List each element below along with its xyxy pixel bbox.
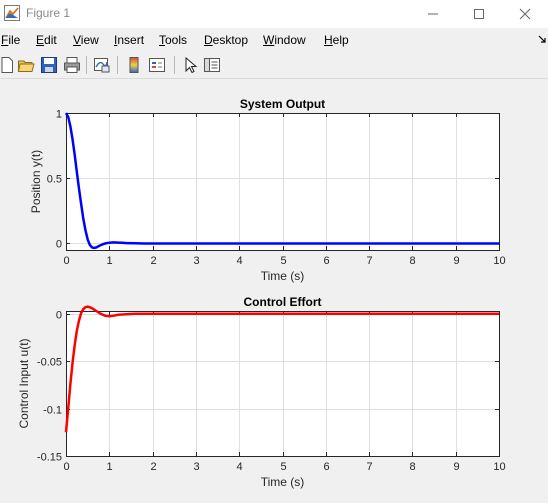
menu-help-label: elp <box>332 33 349 47</box>
y-tick-label: 1 <box>56 109 62 121</box>
axes-title: System Output <box>240 97 325 111</box>
menu-desktop[interactable]: Desktop <box>204 33 248 47</box>
maximize-button[interactable] <box>456 0 502 28</box>
menu-view-mnemonic: V <box>73 33 81 47</box>
x-tick-label: 8 <box>409 461 415 473</box>
x-tick-label: 7 <box>366 461 372 473</box>
close-icon <box>519 8 531 20</box>
menu-view[interactable]: View <box>73 33 99 47</box>
y-tick-label: 0 <box>56 310 62 322</box>
menu-window-mnemonic: W <box>263 33 275 47</box>
x-axis-label: Time (s) <box>261 269 305 283</box>
y-axis-label: Control Input u(t) <box>17 338 31 428</box>
toolbar-separator <box>86 56 87 74</box>
x-tick-label: 1 <box>106 255 112 267</box>
menu-help[interactable]: Help <box>324 33 349 47</box>
x-tick-label: 2 <box>150 255 156 267</box>
close-button[interactable] <box>502 0 548 28</box>
x-tick-label: 9 <box>453 255 459 267</box>
toolbar-separator <box>117 56 118 74</box>
toolbar <box>0 52 548 79</box>
x-tick-label: 4 <box>236 255 242 267</box>
new-figure-icon[interactable] <box>0 56 16 74</box>
print-icon[interactable] <box>63 56 81 74</box>
menu-insert[interactable]: Insert <box>114 33 144 47</box>
x-tick-label: 3 <box>193 461 199 473</box>
y-tick-label: 0 <box>56 239 62 251</box>
axes-system-output[interactable]: 0 1 2 3 4 5 6 7 8 9 10 0 0.5 1 System Output Time (s)… <box>29 97 506 283</box>
figure-canvas: 0 1 2 3 4 5 6 7 8 9 10 0 0.5 1 System Output Time (s)… <box>0 79 548 498</box>
menu-file[interactable]: File <box>1 33 20 47</box>
link-plot-icon[interactable] <box>93 56 111 74</box>
minimize-icon <box>428 13 438 15</box>
y-tick-label: -0.05 <box>37 357 62 369</box>
menu-edit-label: dit <box>44 33 57 47</box>
x-tick-label: 1 <box>106 461 112 473</box>
y-tick-label: -0.1 <box>43 405 62 417</box>
x-axis-label: Time (s) <box>261 475 305 489</box>
insert-legend-icon[interactable] <box>148 56 166 74</box>
dock-arrow-icon[interactable] <box>538 35 546 43</box>
menu-edit-mnemonic: E <box>36 33 45 47</box>
menu-help-mnemonic: H <box>324 33 333 47</box>
x-tick-label: 6 <box>323 255 329 267</box>
x-tick-label: 8 <box>409 255 415 267</box>
property-inspector-icon[interactable] <box>203 56 221 74</box>
maximize-icon <box>474 9 484 19</box>
x-tick-label: 10 <box>493 461 505 473</box>
x-tick-label: 9 <box>453 461 459 473</box>
x-tick-label: 0 <box>63 461 69 473</box>
axes-background <box>66 311 499 456</box>
save-icon[interactable] <box>40 56 58 74</box>
figure-axes-container: 0 1 2 3 4 5 6 7 8 9 1000.51 System Output Time (s)… <box>17 97 506 489</box>
edit-plot-icon[interactable] <box>182 56 200 74</box>
y-axis-label: Position y(t) <box>29 150 43 213</box>
menu-bar: File Edit View Insert Tools Desktop Wind… <box>0 29 548 51</box>
x-tick-label: 5 <box>280 255 286 267</box>
insert-colorbar-icon[interactable] <box>125 56 143 74</box>
axes-title: Control Effort <box>244 295 322 309</box>
menu-file-label: ile <box>8 33 21 47</box>
x-tick-label: 10 <box>493 255 505 267</box>
y-tick-label: 0.5 <box>47 174 62 186</box>
toolbar-separator <box>174 56 175 74</box>
minimize-button[interactable] <box>410 0 456 28</box>
x-tick-label: 5 <box>280 461 286 473</box>
x-tick-label: 7 <box>366 255 372 267</box>
x-tick-label: 4 <box>236 461 242 473</box>
menu-window[interactable]: Window <box>263 33 306 47</box>
menu-view-label: iew <box>80 33 99 47</box>
window-title: Figure 1 <box>26 6 71 20</box>
x-tick-label: 3 <box>193 255 199 267</box>
menu-tools[interactable]: Tools <box>159 33 187 47</box>
menu-tools-label: ools <box>165 33 188 47</box>
x-tick-label: 0 <box>63 255 69 267</box>
x-tick-label: 2 <box>150 461 156 473</box>
y-tick-label: -0.15 <box>37 452 62 464</box>
axes-control-effort[interactable]: 0 1 2 3 4 5 6 7 8 9 10 0 -0.05 -0.1 -0.15 Control Effo… <box>17 295 506 489</box>
matlab-figure-icon <box>4 5 20 21</box>
title-bar: Figure 1 <box>0 0 548 28</box>
axes-background <box>66 113 499 250</box>
menu-insert-label: nsert <box>117 33 145 47</box>
open-file-icon[interactable] <box>17 56 35 74</box>
menu-window-label: indow <box>274 33 306 47</box>
x-tick-label: 6 <box>323 461 329 473</box>
menu-edit[interactable]: Edit <box>36 33 57 47</box>
menu-desktop-mnemonic: D <box>204 33 213 47</box>
menu-desktop-label: esktop <box>212 33 249 47</box>
